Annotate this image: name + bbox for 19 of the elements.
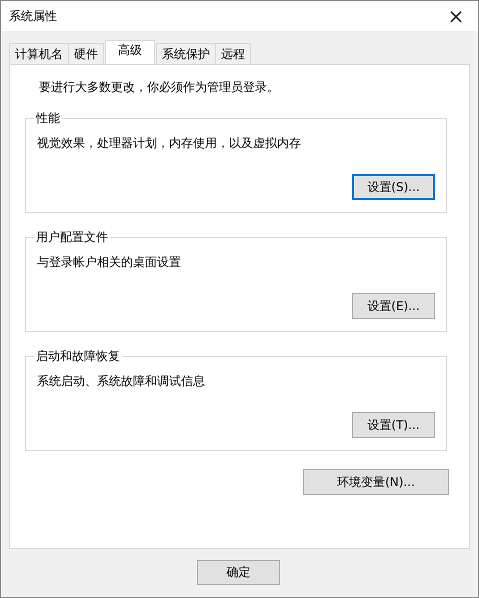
dialog-button[interactable]: 确定 <box>197 560 280 585</box>
close-button[interactable]: × <box>434 1 478 31</box>
window-title: 系统属性 <box>9 8 57 24</box>
environment-variables-button[interactable]: 环境变量(N)... <box>303 469 449 495</box>
group-title: 用户配置文件 <box>35 229 109 246</box>
tab[interactable]: 计算机名 <box>9 43 69 64</box>
settings-button[interactable]: 设置(T)... <box>352 412 435 438</box>
tab[interactable]: 远程 <box>215 43 251 64</box>
notice-text: 要进行大多数更改，你必须作为管理员登录。 <box>39 79 280 96</box>
group-description: 系统启动、系统故障和调试信息 <box>37 373 206 390</box>
settings-button[interactable]: 设置(S)... <box>352 174 435 200</box>
settings-button[interactable]: 设置(E)... <box>352 293 435 319</box>
tab[interactable]: 高级 <box>105 40 155 64</box>
group-title: 性能 <box>34 110 61 127</box>
tab[interactable]: 系统保护 <box>156 43 216 64</box>
group-title: 启动和故障恢复 <box>35 348 121 365</box>
group-description: 与登录帐户相关的桌面设置 <box>37 254 182 271</box>
tab[interactable]: 硬件 <box>68 43 104 64</box>
group-description: 视觉效果，处理器计划，内存使用，以及虚拟内存 <box>37 135 302 152</box>
